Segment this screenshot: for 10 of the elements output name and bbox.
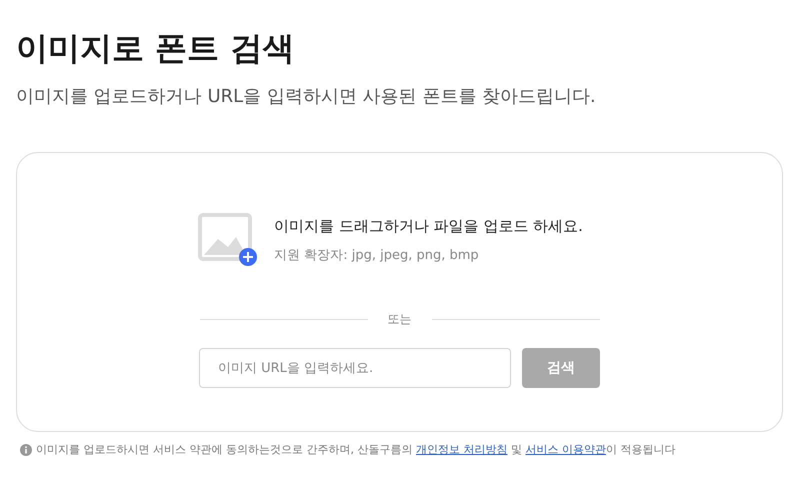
supported-formats: 지원 확장자: jpg, jpeg, png, bmp xyxy=(274,246,480,264)
upload-prompt: 이미지를 드래그하거나 파일을 업로드 하세요. xyxy=(274,216,583,236)
page-subtitle: 이미지를 업로드하거나 URL을 입력하시면 사용된 폰트를 찾아드립니다. xyxy=(16,85,597,109)
divider-label: 또는 xyxy=(386,311,412,328)
policy-link[interactable]: 서비스 이용약관 xyxy=(525,443,606,456)
info-icon xyxy=(20,444,32,456)
url-input-field[interactable]: 이미지 URL을 입력하세요. xyxy=(199,348,511,388)
page-title: 이미지로 폰트 검색 xyxy=(16,28,296,69)
terms-notice: 이미지를 업로드하시면 서비스 약관에 동의하는것으로 간주하며, 산돌구름의 개인정보 처리방침 및 서비스 이용약관이 적용됩니다 xyxy=(36,442,676,457)
policy-link[interactable]: 개인정보 처리방침 xyxy=(416,443,508,456)
